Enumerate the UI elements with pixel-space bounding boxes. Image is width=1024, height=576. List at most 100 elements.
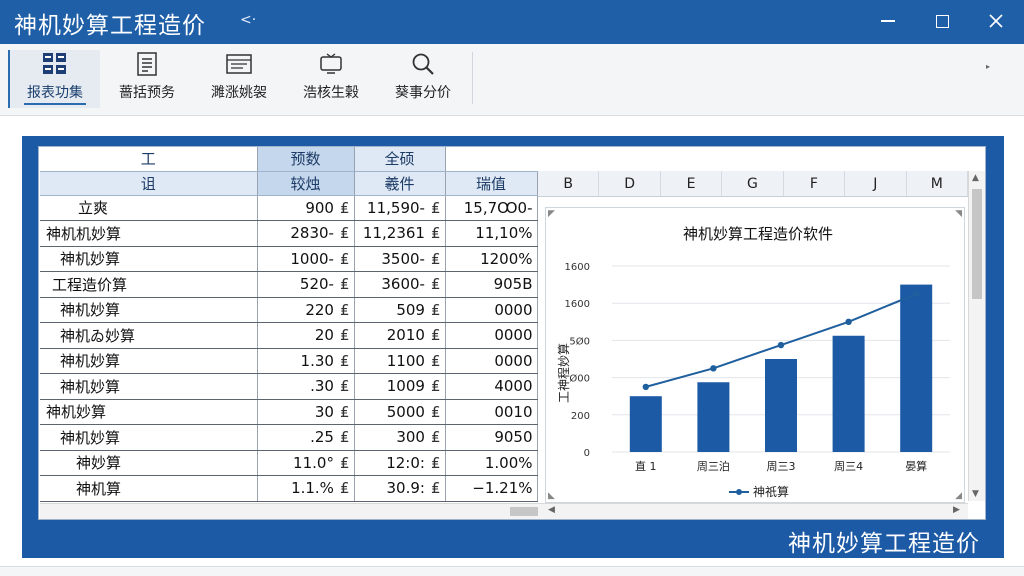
value-cell[interactable]: 11.0° ₤ <box>257 450 355 476</box>
value-cell[interactable]: 1200% <box>445 246 538 272</box>
chart-series-point[interactable] <box>642 383 649 391</box>
value-cell[interactable]: −1.21% <box>445 475 538 502</box>
chart-series-point[interactable] <box>710 365 717 372</box>
row-name-cell[interactable]: 工程造价算 <box>40 271 258 298</box>
ribbon-collapse-icon[interactable]: ▸ <box>986 62 990 71</box>
scroll-down-icon[interactable]: ▼ <box>972 489 979 499</box>
value-cell[interactable]: 20 ₤ <box>257 322 355 349</box>
chart-bar[interactable] <box>832 335 865 452</box>
nav-arrows[interactable]: <· <box>240 12 256 28</box>
value-cell[interactable]: 4000 <box>445 373 538 400</box>
row-name-cell[interactable]: 神机算 <box>40 475 258 502</box>
value-cell[interactable]: 5000 ₤ <box>354 399 446 425</box>
sheet-column-letter[interactable]: F <box>784 171 846 196</box>
sheet-column-letter[interactable]: M <box>907 171 968 196</box>
chart-container[interactable]: ◤ ◥ ◣ ◢ 神机妙算工程造价软件 工神程妙算 0 200 Ø00 5Ø0 1600 1… <box>545 207 965 503</box>
sheet-column-letter[interactable]: D <box>599 171 661 196</box>
ribbon-item-budget[interactable]: 蔷括预务 <box>102 50 192 108</box>
sheet-column-letter[interactable]: G <box>722 171 784 196</box>
maximize-icon <box>935 14 949 28</box>
chart-bar[interactable] <box>900 284 933 452</box>
value-cell[interactable]: 509 ₤ <box>354 297 446 323</box>
value-cell[interactable]: 1.00% <box>445 450 538 476</box>
monitor-icon <box>286 50 376 78</box>
row-name-cell[interactable]: 神机妙算 <box>40 424 258 451</box>
ribbon-item-generate[interactable]: 浩核生榖 <box>286 50 376 108</box>
scroll-left-icon[interactable]: ◀ <box>548 505 555 515</box>
resize-handle-icon[interactable]: ◣ <box>548 491 555 501</box>
row-name-cell[interactable]: 神机妙算 <box>40 297 258 323</box>
close-button[interactable] <box>976 6 1016 36</box>
ribbon-item-label: 濉涨姚袈 <box>211 85 267 101</box>
value-cell[interactable]: 905B <box>445 271 538 298</box>
resize-handle-icon[interactable]: ◥ <box>955 209 962 219</box>
table-header-cell: 工 <box>40 147 258 172</box>
value-cell[interactable]: 2010 ₤ <box>354 322 446 349</box>
ribbon-item-sheet[interactable]: 濉涨姚袈 <box>194 50 284 108</box>
table-header-cell: 较烛 <box>257 171 355 196</box>
table-header-row: 工 预数 全硕 <box>40 147 537 172</box>
value-cell[interactable]: 2830- ₤ <box>257 220 355 247</box>
chart-series-point[interactable] <box>777 341 785 349</box>
ribbon-item-analyze[interactable]: 葵事分价 <box>378 50 468 108</box>
value-cell[interactable]: 11,10% <box>445 220 538 247</box>
value-cell[interactable]: 300 ₤ <box>354 424 446 451</box>
scroll-thumb[interactable] <box>510 507 538 516</box>
value-cell[interactable]: 1.30 ₤ <box>257 348 355 374</box>
row-name-cell[interactable]: 立爽 <box>40 195 258 221</box>
value-cell[interactable]: 1009 ₤ <box>354 373 446 400</box>
value-cell[interactable]: 12:0: ₤ <box>354 450 446 476</box>
horizontal-scrollbar[interactable]: ◀ ▶ <box>40 503 968 519</box>
row-name-cell[interactable]: 神妙算 <box>40 450 258 476</box>
sheet-column-letter[interactable]: J <box>845 171 907 196</box>
row-name-cell[interactable]: 神机妙算 <box>40 399 258 425</box>
value-cell[interactable]: 11,590- ₤ <box>354 195 446 221</box>
chart-y-tick-label: Ø00 <box>569 373 590 385</box>
chart-bar[interactable] <box>629 396 662 452</box>
chart-series-point[interactable] <box>913 290 920 298</box>
ribbon-item-label: 报表功集 <box>24 82 86 105</box>
value-cell[interactable]: 0010 <box>445 399 538 425</box>
value-cell[interactable]: 3600- ₤ <box>354 271 446 298</box>
value-cell[interactable]: 30 ₤ <box>257 399 355 425</box>
resize-handle-icon[interactable]: ◤ <box>548 209 555 219</box>
scroll-thumb[interactable] <box>972 189 982 299</box>
minimize-button[interactable] <box>868 6 908 36</box>
value-cell[interactable]: 1.1.% ₤ <box>257 475 355 502</box>
maximize-button[interactable] <box>922 6 962 36</box>
ribbon-item-label: 葵事分价 <box>395 85 451 101</box>
sheet-column-letter[interactable]: E <box>661 171 723 196</box>
value-cell[interactable]: 0000 <box>445 297 538 323</box>
chart-bar[interactable] <box>765 359 797 452</box>
value-cell[interactable]: .30 ₤ <box>257 373 355 400</box>
value-cell[interactable]: 15,7Ꝏ0- <box>445 195 538 221</box>
value-cell[interactable]: 1100 ₤ <box>354 348 446 374</box>
value-cell[interactable]: 220 ₤ <box>257 297 355 323</box>
value-cell[interactable]: 900 ₤ <box>257 195 355 221</box>
row-name-cell[interactable]: 神机机妙算 <box>40 220 258 247</box>
value-cell[interactable]: 520- ₤ <box>257 271 355 298</box>
value-cell[interactable]: 0000 <box>445 322 538 349</box>
row-name-cell[interactable]: 神机妙算 <box>40 348 258 374</box>
value-cell[interactable]: 11,2361 ₤ <box>354 220 446 247</box>
value-cell[interactable]: 3500- ₤ <box>354 246 446 272</box>
value-cell[interactable]: 9050 <box>445 424 538 451</box>
chart-series-point[interactable] <box>845 318 852 325</box>
sheet-column-letter[interactable]: B <box>538 171 600 196</box>
chart-bar[interactable] <box>697 382 730 452</box>
ribbon-item-report[interactable]: 报表功集 <box>10 50 100 108</box>
resize-handle-icon[interactable]: ◢ <box>955 491 962 501</box>
vertical-scrollbar[interactable]: ▲ ▼ <box>968 171 985 501</box>
value-cell[interactable]: 1000- ₤ <box>257 246 355 272</box>
value-cell[interactable]: 0000 <box>445 348 538 374</box>
grid-report-icon <box>10 50 100 78</box>
row-name-cell[interactable]: 神机妙算 <box>40 246 258 272</box>
value-cell[interactable]: 30.9: ₤ <box>354 475 446 502</box>
minimize-icon <box>881 20 895 22</box>
row-name-cell[interactable]: 神机妙算 <box>40 373 258 400</box>
scroll-up-icon[interactable]: ▲ <box>972 173 979 183</box>
value-cell[interactable]: .25 ₤ <box>257 424 355 451</box>
chart-title: 神机妙算工程造价软件 <box>683 225 833 243</box>
row-name-cell[interactable]: 神机ゐ妙算 <box>40 322 258 349</box>
scroll-right-icon[interactable]: ▶ <box>953 505 960 515</box>
